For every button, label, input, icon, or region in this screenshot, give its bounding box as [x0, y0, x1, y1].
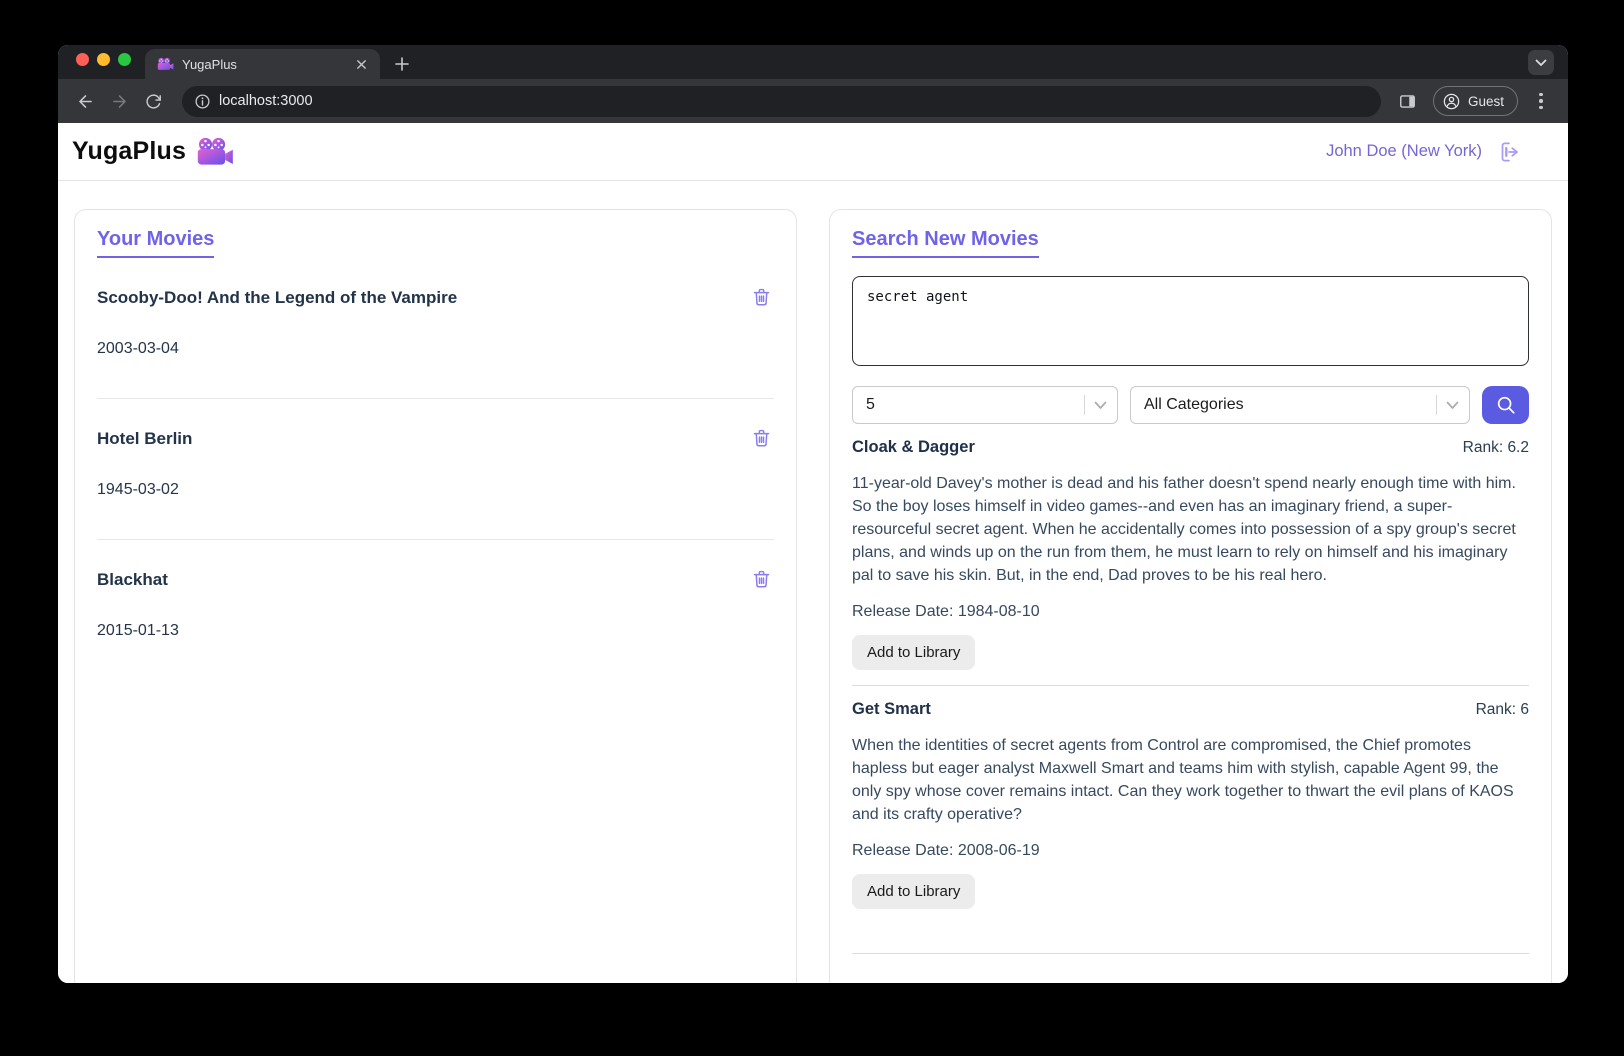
profile-label: Guest — [1467, 93, 1504, 109]
movie-camera-icon — [196, 137, 234, 166]
back-icon[interactable] — [70, 86, 100, 116]
result-release-date: Release Date: 1984-08-10 — [852, 603, 1040, 620]
add-to-library-button[interactable]: Add to Library — [852, 635, 976, 670]
close-window-button[interactable] — [76, 53, 89, 66]
side-panel-icon[interactable] — [1393, 86, 1423, 116]
minimize-window-button[interactable] — [97, 53, 110, 66]
maximize-window-button[interactable] — [118, 53, 131, 66]
browser-window: YugaPlus localhost:3000 Guest YugaPlus J… — [58, 45, 1568, 983]
result-title: Get Smart — [852, 700, 931, 718]
result-rank: Rank: 6.2 — [1462, 439, 1529, 456]
profile-person-icon — [1442, 92, 1461, 111]
search-title: Search New Movies — [852, 228, 1039, 258]
search-icon — [1495, 394, 1517, 416]
logout-icon[interactable] — [1496, 139, 1522, 165]
profile-button[interactable]: Guest — [1432, 86, 1518, 116]
traffic-lights — [76, 53, 131, 66]
search-panel: Search New Movies secret agent 5 All Cat… — [829, 209, 1552, 983]
chevron-down-icon — [1094, 401, 1107, 410]
search-result-item: Get Smart Rank: 6 When the identities of… — [852, 686, 1529, 954]
tab-search-chevron-icon[interactable] — [1528, 50, 1554, 75]
url-text: localhost:3000 — [219, 93, 313, 109]
delete-movie-trash-icon[interactable] — [749, 284, 774, 310]
app-page: YugaPlus John Doe (New York) Your Movies… — [58, 123, 1568, 983]
category-value: All Categories — [1144, 396, 1244, 413]
forward-icon[interactable] — [104, 86, 134, 116]
result-title: Cloak & Dagger — [852, 438, 975, 456]
app-header: YugaPlus John Doe (New York) — [58, 123, 1568, 181]
address-bar[interactable]: localhost:3000 — [182, 85, 1381, 117]
reload-icon[interactable] — [138, 86, 168, 116]
delete-movie-trash-icon[interactable] — [749, 425, 774, 451]
site-info-icon[interactable] — [194, 93, 211, 110]
library-movie-item: Hotel Berlin 1945-03-02 — [97, 425, 774, 540]
category-select[interactable]: All Categories — [1130, 386, 1470, 424]
app-logo-text: YugaPlus — [72, 137, 187, 165]
movie-title: Hotel Berlin — [97, 429, 193, 448]
user-name-link[interactable]: John Doe (New York) — [1326, 142, 1482, 161]
browser-toolbar: localhost:3000 Guest — [58, 79, 1568, 123]
chevron-down-icon — [1446, 401, 1459, 410]
library-movie-item: Scooby-Doo! And the Legend of the Vampir… — [97, 284, 774, 399]
new-tab-button[interactable] — [388, 50, 416, 78]
search-button[interactable] — [1482, 386, 1529, 424]
delete-movie-trash-icon[interactable] — [749, 566, 774, 592]
result-rank: Rank: 6 — [1475, 701, 1529, 718]
movie-release-date: 2015-01-13 — [97, 622, 179, 639]
search-query-input[interactable]: secret agent — [852, 276, 1529, 366]
your-movies-panel: Your Movies Scooby-Doo! And the Legend o… — [74, 209, 797, 983]
tab-favicon-movie-camera-icon — [157, 57, 174, 71]
search-controls: 5 All Categories — [852, 386, 1529, 424]
add-to-library-button[interactable]: Add to Library — [852, 874, 976, 909]
library-movie-item: Blackhat 2015-01-13 — [97, 566, 774, 680]
search-result-item: Cloak & Dagger Rank: 6.2 11-year-old Dav… — [852, 424, 1529, 686]
main-content: Your Movies Scooby-Doo! And the Legend o… — [58, 181, 1568, 983]
result-description: 11-year-old Davey's mother is dead and h… — [852, 475, 1516, 584]
result-limit-select[interactable]: 5 — [852, 386, 1118, 424]
tab-close-icon[interactable] — [353, 56, 370, 73]
movie-release-date: 1945-03-02 — [97, 481, 179, 498]
result-divider — [852, 953, 1529, 954]
browser-tab-yugaplus[interactable]: YugaPlus — [145, 49, 380, 79]
result-release-date: Release Date: 2008-06-19 — [852, 842, 1040, 859]
tab-strip: YugaPlus — [58, 45, 1568, 79]
result-limit-value: 5 — [866, 396, 875, 413]
result-description: When the identities of secret agents fro… — [852, 737, 1514, 823]
your-movies-title: Your Movies — [97, 228, 215, 258]
tab-title: YugaPlus — [182, 56, 237, 72]
movie-release-date: 2003-03-04 — [97, 340, 179, 357]
movie-title: Blackhat — [97, 570, 168, 589]
browser-menu-icon[interactable] — [1528, 86, 1554, 116]
movie-title: Scooby-Doo! And the Legend of the Vampir… — [97, 288, 458, 307]
